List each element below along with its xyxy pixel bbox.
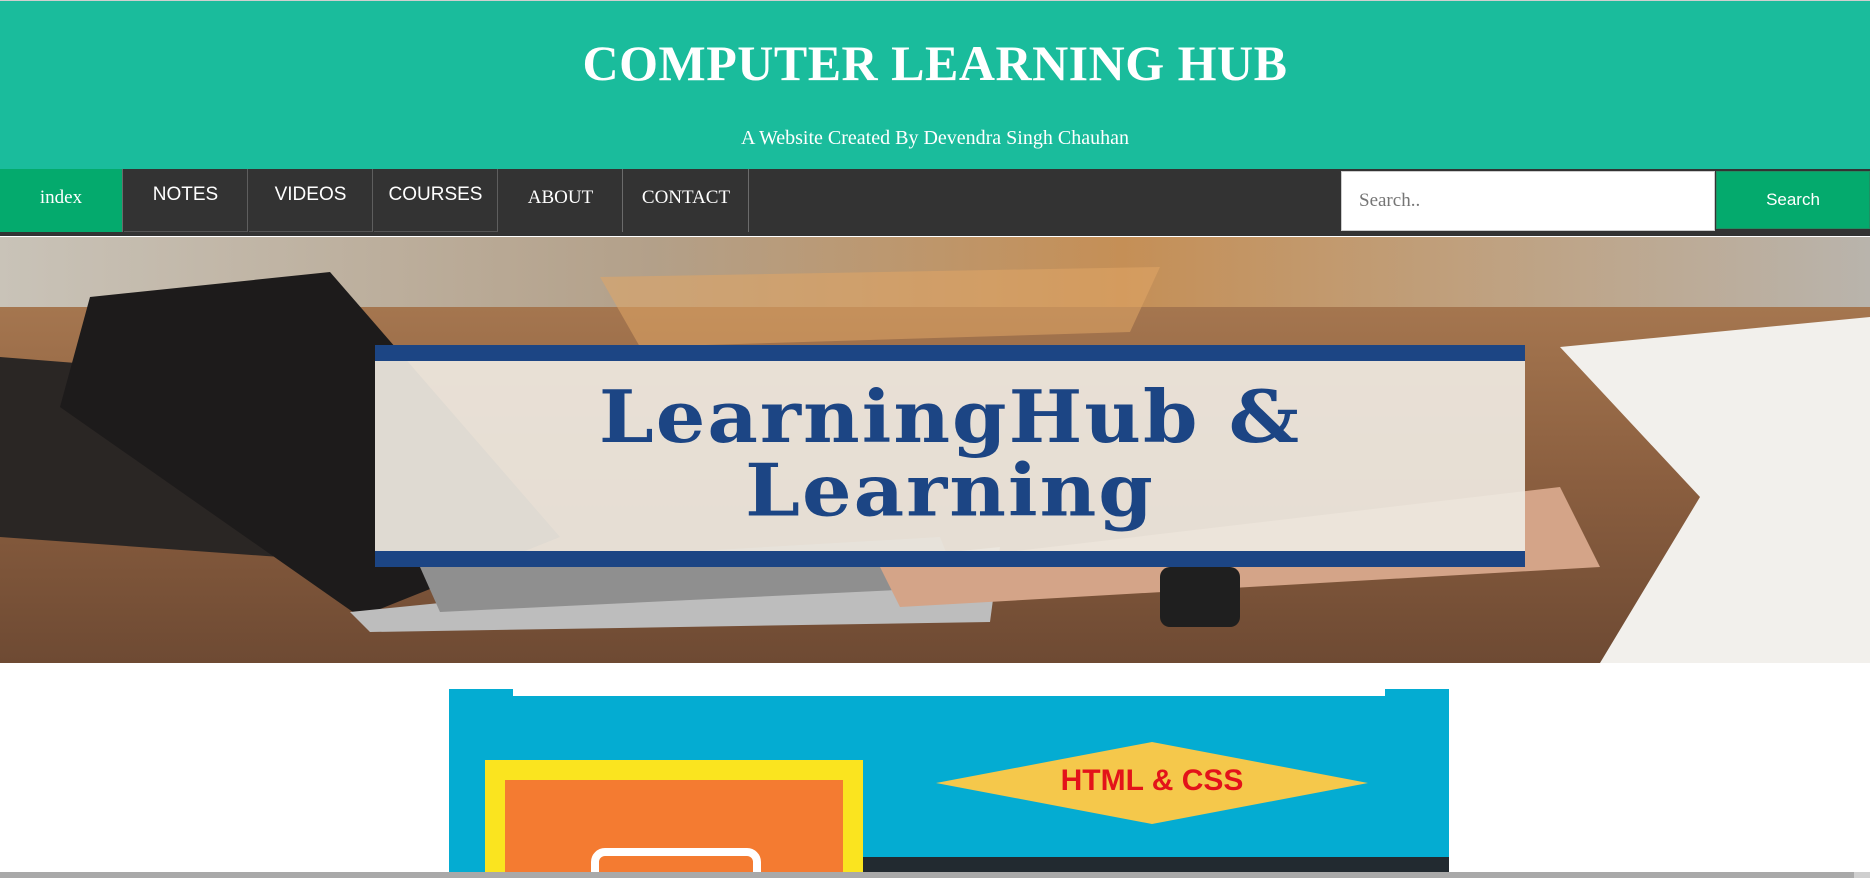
horizontal-scrollbar[interactable] — [0, 872, 1870, 878]
hero-title-text: LearningHub & Learning — [375, 381, 1525, 528]
nav-item-index[interactable]: index — [0, 169, 123, 232]
html-css-promo-image: HTML & CSS — [449, 689, 1449, 878]
nav-item-contact[interactable]: CONTACT — [624, 169, 749, 232]
nav-item-label: COURSES — [388, 184, 483, 205]
nav-item-label: ABOUT — [527, 187, 594, 208]
site-subtitle: A Website Created By Devendra Singh Chau… — [741, 127, 1129, 149]
hero-title-line1: LearningHub & — [598, 375, 1302, 460]
search-input[interactable] — [1341, 171, 1715, 231]
promo-top-notch — [513, 689, 1385, 696]
nav-item-videos[interactable]: VIDEOS — [249, 169, 373, 232]
promo-diamond-badge: HTML & CSS — [936, 742, 1368, 824]
promo-yellow-frame — [485, 760, 863, 878]
promo-orange-panel — [505, 780, 843, 878]
nav-item-label: CONTACT — [641, 187, 731, 208]
site-title: COMPUTER LEARNING HUB — [582, 35, 1288, 91]
hero-title-line2: Learning — [745, 449, 1155, 534]
nav-item-label: NOTES — [152, 184, 219, 205]
nav-item-label: index — [39, 187, 83, 208]
nav-item-label: VIDEOS — [274, 184, 347, 205]
site-header: COMPUTER LEARNING HUB A Website Created … — [0, 0, 1870, 169]
hero-title-banner: LearningHub & Learning — [375, 345, 1525, 567]
nav-item-notes[interactable]: NOTES — [124, 169, 248, 232]
scrollbar-thumb[interactable] — [0, 872, 1854, 878]
nav-item-courses[interactable]: COURSES — [374, 169, 498, 232]
promo-label: HTML & CSS — [1060, 764, 1244, 797]
hero-banner-section: LearningHub & Learning — [0, 237, 1870, 663]
search-button[interactable]: Search — [1716, 171, 1870, 229]
nav-item-about[interactable]: ABOUT — [499, 169, 623, 232]
